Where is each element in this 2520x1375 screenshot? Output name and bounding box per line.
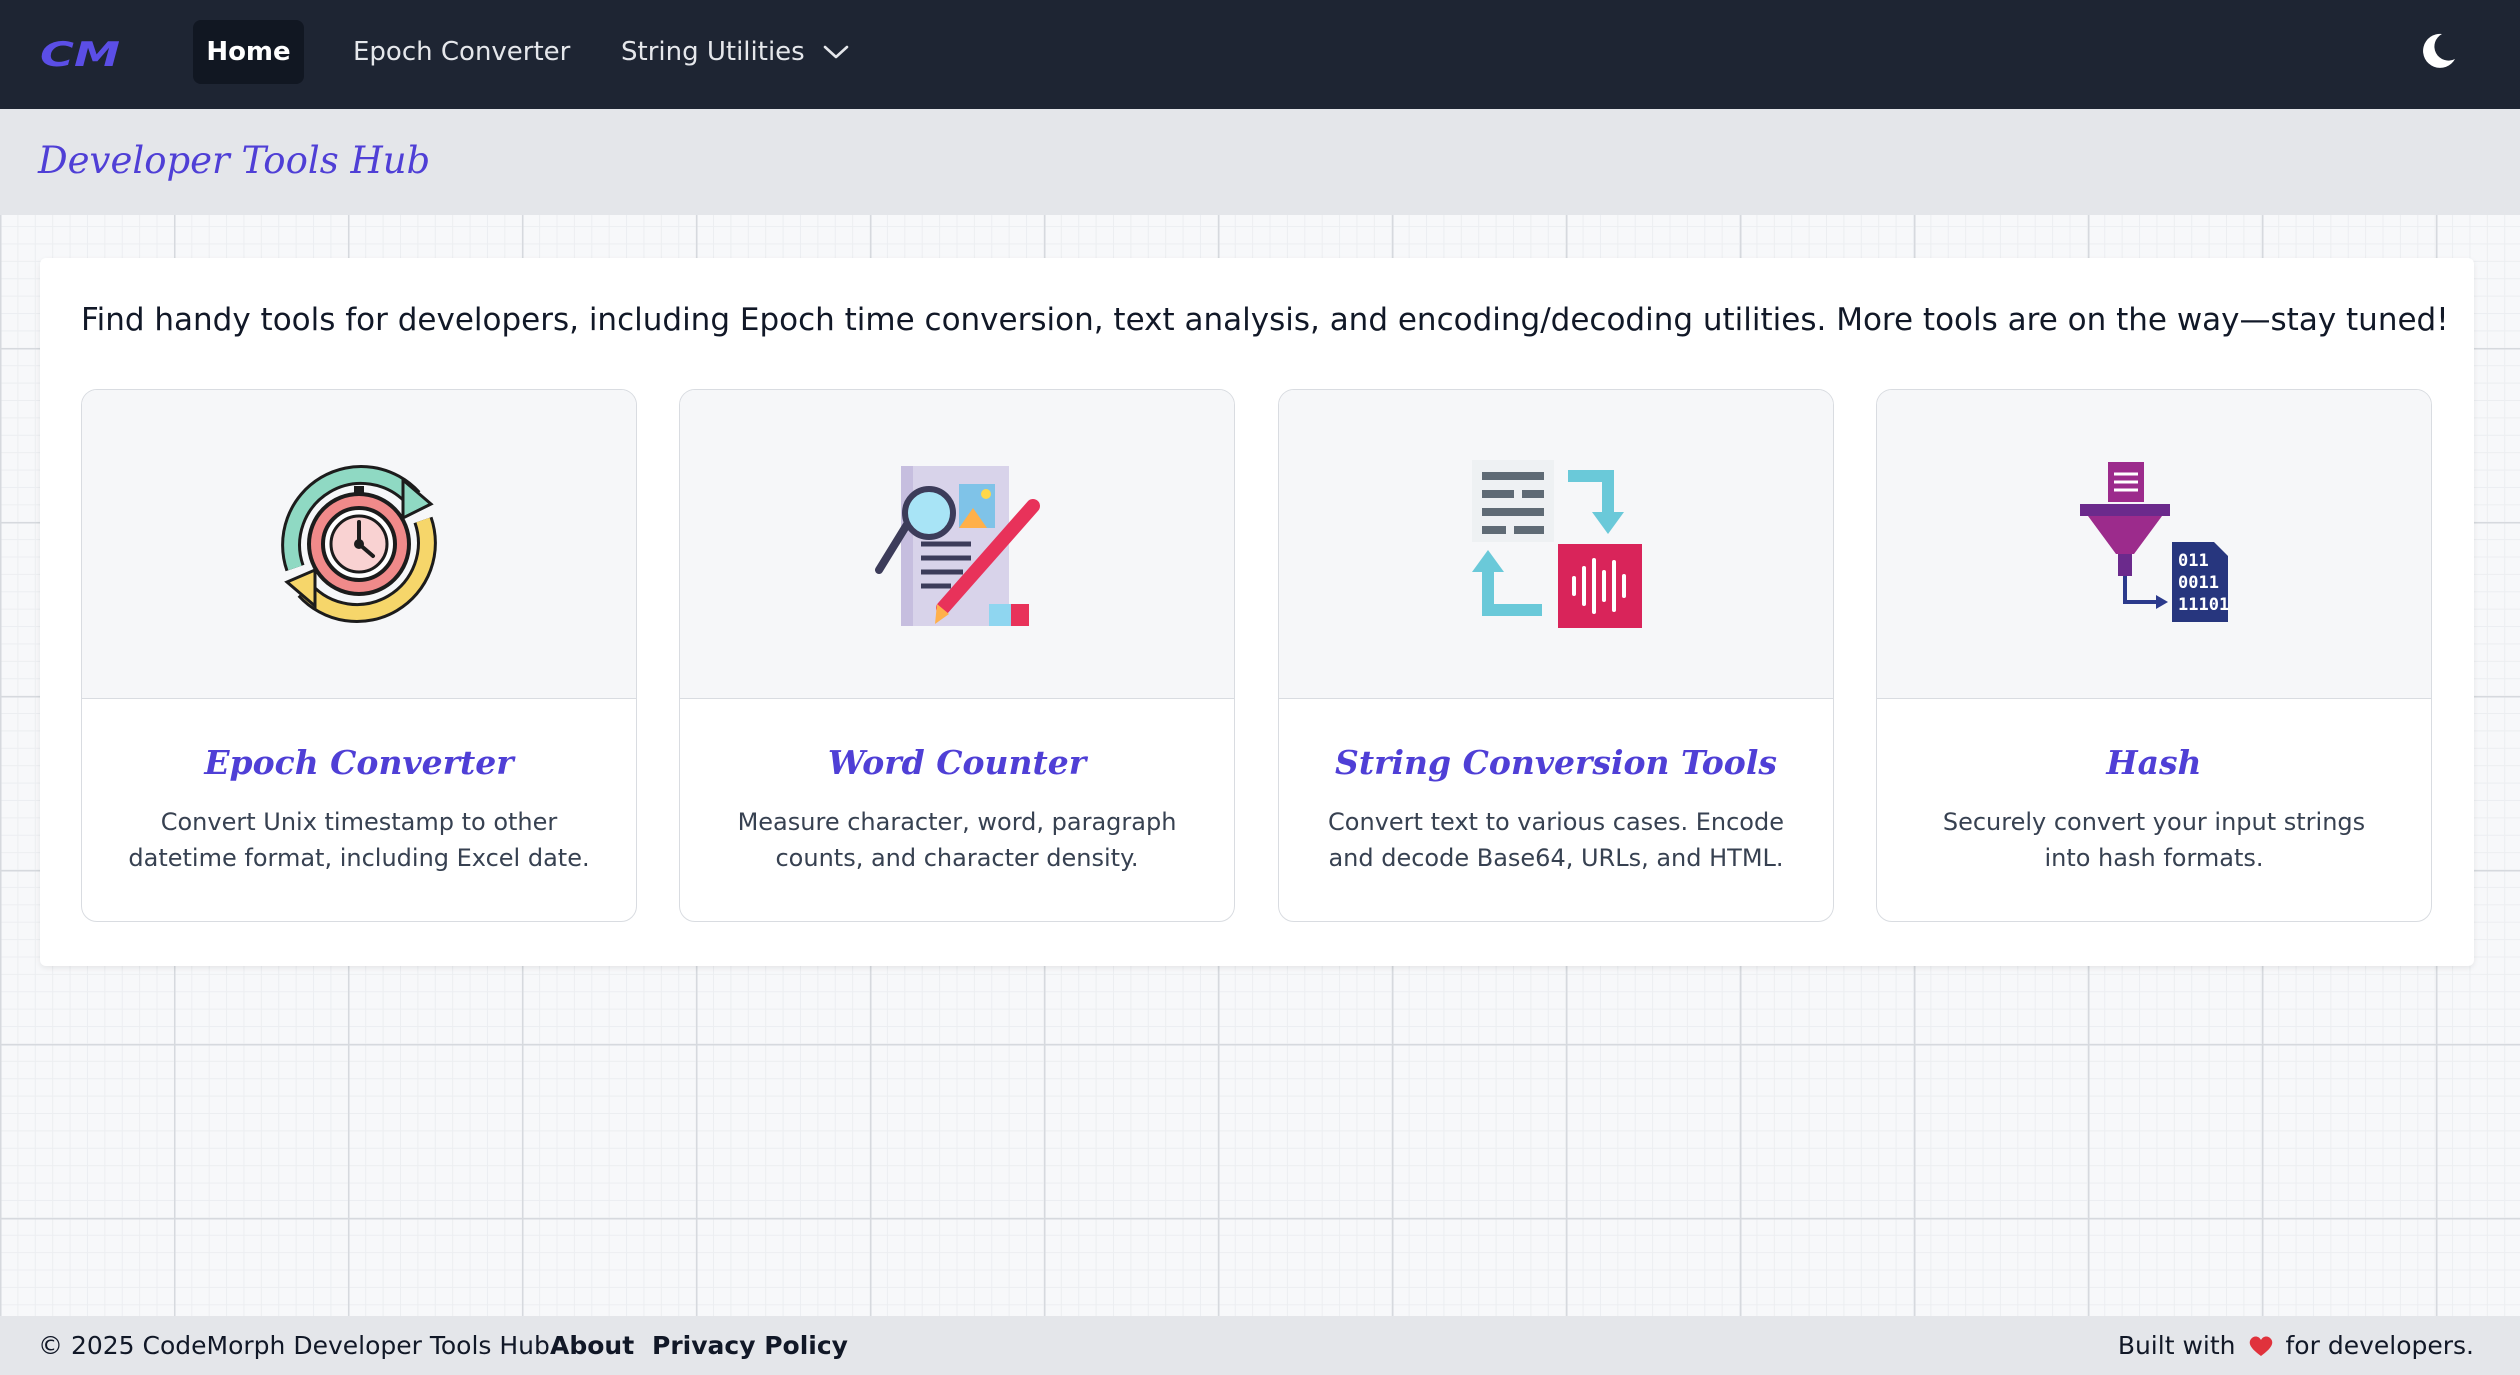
card-media: 011 0011 11101 xyxy=(1877,390,2431,699)
svg-text:CM: CM xyxy=(40,38,120,70)
nav-epoch-label: Epoch Converter xyxy=(353,37,571,67)
card-title: Hash xyxy=(2106,743,2202,782)
card-description: Convert Unix timestamp to other datetime… xyxy=(128,808,590,872)
text-convert-icon xyxy=(1472,460,1642,628)
intro-text: Find handy tools for developers, includi… xyxy=(81,302,2449,338)
card-title: Epoch Converter xyxy=(204,743,514,782)
tool-card-hash[interactable]: 011 0011 11101 Hash Securely convert you… xyxy=(1876,389,2432,922)
svg-text:11101: 11101 xyxy=(2178,595,2229,615)
chevron-down-icon xyxy=(823,45,849,59)
heart-icon xyxy=(2249,1335,2272,1356)
about-link[interactable]: About xyxy=(550,1331,634,1360)
card-description: Convert text to various cases. Encode an… xyxy=(1328,808,1784,872)
built-suffix: for developers. xyxy=(2285,1331,2475,1360)
nav-epoch-converter[interactable]: Epoch Converter xyxy=(353,20,570,84)
nav-home[interactable]: Home xyxy=(193,20,304,84)
card-description: Measure character, word, paragraph count… xyxy=(737,808,1177,872)
privacy-policy-link[interactable]: Privacy Policy xyxy=(652,1331,848,1360)
nav-strings-label: String Utilities xyxy=(621,37,805,67)
navbar: CM Home Epoch Converter String Utilities xyxy=(0,0,2520,109)
tool-card-epoch-converter[interactable]: Epoch Converter Convert Unix timestamp t… xyxy=(81,389,637,922)
clock-cycle-icon xyxy=(281,465,437,623)
tool-card-word-counter[interactable]: Word Counter Measure character, word, pa… xyxy=(679,389,1235,922)
funnel-binary-icon: 011 0011 11101 xyxy=(2080,462,2229,622)
page-header: Developer Tools Hub xyxy=(0,109,2520,215)
built-prefix: Built with xyxy=(2117,1331,2236,1360)
tools-panel: Find handy tools for developers, includi… xyxy=(40,258,2474,966)
svg-text:011: 011 xyxy=(2178,551,2209,571)
tool-card-string-conversion[interactable]: String Conversion Tools Convert text to … xyxy=(1278,389,1834,922)
card-media xyxy=(1279,390,1833,699)
card-title: Word Counter xyxy=(827,743,1087,782)
copyright-text: © 2025 CodeMorph Developer Tools Hub. xyxy=(38,1331,558,1360)
nav-string-utilities-dropdown[interactable]: String Utilities xyxy=(621,20,849,84)
card-media xyxy=(82,390,636,699)
footer: © 2025 CodeMorph Developer Tools Hub. Ab… xyxy=(0,1316,2520,1375)
svg-text:0011: 0011 xyxy=(2178,573,2219,593)
document-magnifier-icon xyxy=(875,466,1040,626)
codemorph-logo[interactable]: CM xyxy=(40,38,122,70)
card-media xyxy=(680,390,1234,699)
moon-icon[interactable] xyxy=(2418,31,2458,71)
nav-home-label: Home xyxy=(206,37,291,67)
card-title: String Conversion Tools xyxy=(1335,743,1777,782)
card-description: Securely convert your input strings into… xyxy=(1942,808,2366,872)
built-with-text: Built with for developers. xyxy=(2118,1331,2474,1360)
page-title: Developer Tools Hub xyxy=(38,139,431,182)
